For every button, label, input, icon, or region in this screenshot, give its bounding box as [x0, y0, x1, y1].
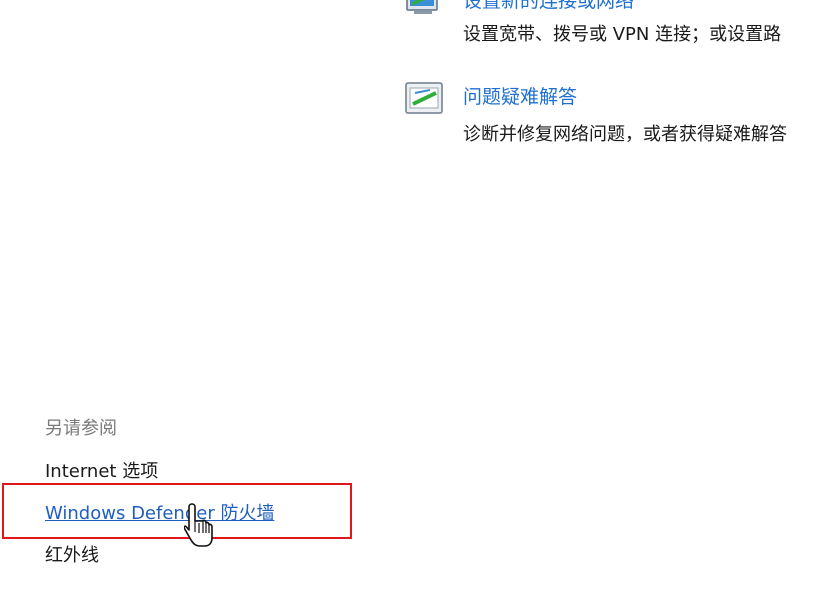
troubleshoot-icon	[404, 81, 444, 115]
highlight-box	[2, 483, 352, 539]
network-sharing-center-page: 设置新的连接或网络 设置宽带、拨号或 VPN 连接；或设置路 问题疑难解答 诊断…	[0, 0, 823, 596]
see-also-infrared-link[interactable]: 红外线	[45, 541, 99, 567]
see-also-internet-options-link[interactable]: Internet 选项	[45, 457, 158, 483]
task-new-connection-desc: 设置宽带、拨号或 VPN 连接；或设置路	[463, 24, 782, 45]
task-troubleshoot-title[interactable]: 问题疑难解答	[463, 82, 577, 109]
task-troubleshoot-desc: 诊断并修复网络问题，或者获得疑难解答	[463, 124, 787, 145]
hand-pointer-icon	[183, 502, 214, 554]
network-setup-icon	[404, 0, 444, 20]
task-new-connection-title[interactable]: 设置新的连接或网络	[463, 0, 634, 13]
see-also-heading: 另请参阅	[45, 418, 117, 439]
